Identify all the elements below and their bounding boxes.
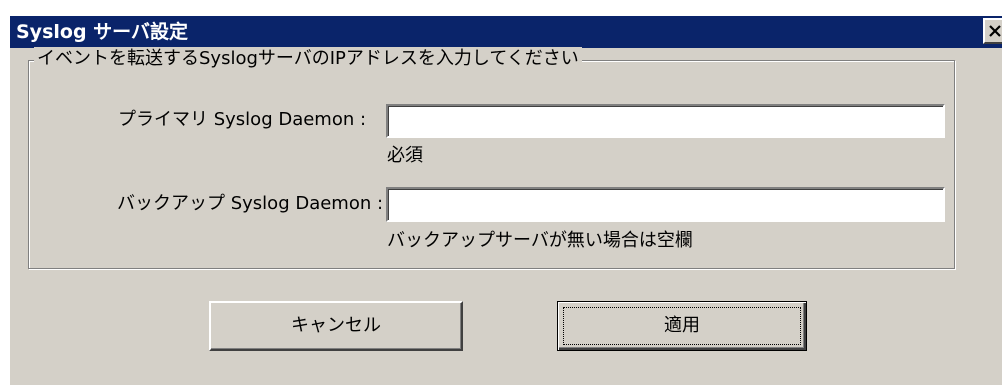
title-bar[interactable]: Syslog サーバ設定 xyxy=(10,16,1002,48)
apply-button[interactable]: 適用 xyxy=(557,301,807,351)
close-button[interactable] xyxy=(983,18,1002,44)
group-legend: イベントを転送するSyslogサーバのIPアドレスを入力してください xyxy=(34,47,582,71)
backup-daemon-label: バックアップ Syslog Daemon : xyxy=(117,193,384,214)
primary-daemon-label: プライマリ Syslog Daemon : xyxy=(118,109,367,130)
close-icon xyxy=(989,25,1001,37)
primary-required-hint: 必須 xyxy=(387,145,423,166)
apply-button-label: 適用 xyxy=(664,315,700,336)
cancel-button[interactable]: キャンセル xyxy=(209,301,463,351)
backup-optional-hint: バックアップサーバが無い場合は空欄 xyxy=(387,230,693,251)
primary-daemon-input[interactable] xyxy=(386,104,945,138)
cancel-button-label: キャンセル xyxy=(291,315,381,336)
window-title: Syslog サーバ設定 xyxy=(16,21,188,43)
backup-daemon-input[interactable] xyxy=(386,187,945,222)
